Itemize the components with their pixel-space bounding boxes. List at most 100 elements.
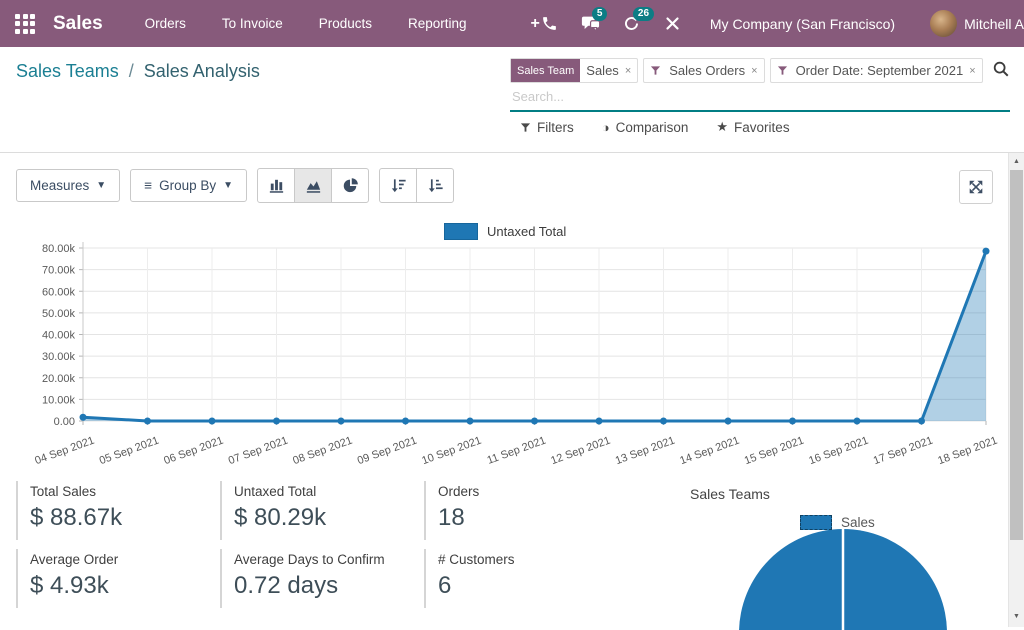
filters-label: Filters — [537, 120, 574, 135]
menu-plus-button[interactable]: + — [531, 15, 540, 33]
facet-sales-team: Sales Team Sales × — [510, 58, 638, 83]
company-switcher[interactable]: My Company (San Francisco) — [710, 16, 895, 32]
user-menu[interactable]: Mitchell Admin — [930, 10, 1024, 37]
svg-text:40.00k: 40.00k — [42, 330, 76, 342]
group-by-label: Group By — [159, 178, 216, 193]
breadcrumb-parent-link[interactable]: Sales Teams — [16, 61, 119, 81]
kpi-customers: # Customers 6 — [424, 549, 634, 608]
svg-text:60.00k: 60.00k — [42, 286, 76, 298]
sort-ascending-button[interactable] — [416, 168, 454, 203]
apps-menu-icon[interactable] — [15, 14, 35, 34]
facet-remove-icon[interactable]: × — [623, 65, 637, 77]
group-by-icon: ≡ — [144, 178, 152, 193]
comparison-icon: ◑ — [602, 120, 610, 135]
sort-descending-icon — [389, 176, 408, 195]
facet-order-date: Order Date: September 2021 × — [770, 58, 983, 83]
comparison-menu[interactable]: ◑ Comparison — [602, 119, 689, 135]
scroll-up-arrow[interactable]: ▲ — [1009, 154, 1024, 169]
measures-button[interactable]: Measures ▼ — [16, 169, 120, 202]
svg-text:15 Sep 2021: 15 Sep 2021 — [743, 435, 806, 465]
favorites-menu[interactable]: ★ Favorites — [716, 119, 789, 135]
kpi-untaxed-total: Untaxed Total $ 80.29k — [220, 481, 430, 540]
svg-text:10 Sep 2021: 10 Sep 2021 — [420, 435, 483, 465]
legend-color-swatch — [800, 515, 832, 530]
menu-reporting[interactable]: Reporting — [408, 16, 467, 31]
kpi-value: $ 4.93k — [30, 572, 226, 600]
measures-label: Measures — [30, 178, 89, 193]
funnel-icon — [777, 65, 788, 76]
facet-remove-icon[interactable]: × — [749, 65, 763, 77]
kpi-value: 18 — [438, 504, 634, 532]
kpi-label: Average Days to Confirm — [234, 552, 430, 567]
facet-sales-orders: Sales Orders × — [643, 58, 764, 83]
pie-chart-button[interactable] — [331, 168, 369, 203]
main-menu: Orders To Invoice Products Reporting + — [145, 15, 540, 33]
svg-text:14 Sep 2021: 14 Sep 2021 — [678, 435, 741, 465]
kpi-total-sales: Total Sales $ 88.67k — [16, 481, 226, 540]
sort-descending-button[interactable] — [379, 168, 417, 203]
top-nav-bar: Sales Orders To Invoice Products Reporti… — [0, 0, 1024, 47]
scrollbar-thumb[interactable] — [1010, 170, 1023, 540]
chart-legend-untaxed-total[interactable]: Untaxed Total — [444, 223, 566, 240]
sort-group — [379, 168, 454, 203]
svg-text:10.00k: 10.00k — [42, 394, 76, 406]
filters-menu[interactable]: Filters — [520, 119, 574, 135]
kpi-label: # Customers — [438, 552, 634, 567]
odoo-sales-analysis-window: Sales Orders To Invoice Products Reporti… — [0, 0, 1024, 630]
svg-text:13 Sep 2021: 13 Sep 2021 — [614, 435, 677, 465]
filter-menus: Filters ◑ Comparison ★ Favorites — [520, 119, 790, 135]
legend-label: Untaxed Total — [487, 224, 566, 239]
svg-text:0.00: 0.00 — [54, 416, 75, 428]
facet-remove-icon[interactable]: × — [967, 65, 981, 77]
menu-orders[interactable]: Orders — [145, 16, 186, 31]
menu-to-invoice[interactable]: To Invoice — [222, 16, 283, 31]
search-facets: Sales Team Sales × Sales Orders × Order … — [510, 58, 1010, 83]
svg-text:50.00k: 50.00k — [42, 308, 76, 320]
messages-badge: 5 — [592, 7, 608, 21]
bar-chart-icon — [267, 176, 286, 195]
search-input[interactable] — [510, 88, 994, 105]
chevron-down-icon: ▼ — [96, 180, 106, 191]
facet-value: Sales — [580, 63, 623, 78]
facet-value: Sales Orders — [663, 63, 749, 78]
scroll-down-arrow[interactable]: ▼ — [1009, 609, 1024, 624]
kpi-label: Total Sales — [30, 484, 226, 499]
svg-text:09 Sep 2021: 09 Sep 2021 — [356, 435, 419, 465]
breadcrumb-separator: / — [129, 61, 134, 81]
sales-teams-title: Sales Teams — [690, 486, 770, 502]
user-avatar — [930, 10, 957, 37]
breadcrumb-current: Sales Analysis — [144, 61, 260, 81]
phone-icon[interactable] — [540, 14, 560, 34]
search-input-underline — [510, 85, 1010, 112]
menu-products[interactable]: Products — [319, 16, 372, 31]
kpi-label: Untaxed Total — [234, 484, 430, 499]
svg-text:80.00k: 80.00k — [42, 243, 76, 255]
user-name: Mitchell Admin — [964, 16, 1024, 32]
line-chart-button[interactable] — [294, 168, 332, 203]
group-by-button[interactable]: ≡ Group By ▼ — [130, 169, 247, 202]
systray: 5 26 My Company (San Francisco) Mi — [540, 10, 1024, 37]
kpi-orders: Orders 18 — [424, 481, 634, 540]
activities-icon[interactable]: 26 — [622, 14, 642, 34]
kpi-average-order: Average Order $ 4.93k — [16, 549, 226, 608]
svg-text:06 Sep 2021: 06 Sep 2021 — [162, 435, 225, 465]
kpi-average-days-to-confirm: Average Days to Confirm 0.72 days — [220, 549, 430, 608]
pie-legend-sales[interactable]: Sales — [800, 515, 875, 530]
sort-ascending-icon — [426, 176, 445, 195]
svg-text:11 Sep 2021: 11 Sep 2021 — [486, 435, 548, 465]
tools-icon[interactable] — [663, 14, 683, 34]
svg-text:16 Sep 2021: 16 Sep 2021 — [807, 435, 870, 465]
sales-teams-panel: Sales Teams Sales — [690, 481, 1008, 630]
vertical-scrollbar: ▲ ▼ — [1008, 153, 1024, 627]
bar-chart-button[interactable] — [257, 168, 295, 203]
legend-color-swatch — [444, 223, 478, 240]
chart-type-group — [257, 168, 369, 203]
facet-value: Order Date: September 2021 — [790, 63, 968, 78]
messages-icon[interactable]: 5 — [581, 14, 601, 34]
svg-text:05 Sep 2021: 05 Sep 2021 — [98, 435, 161, 465]
app-name[interactable]: Sales — [53, 13, 103, 35]
chevron-down-icon: ▼ — [223, 180, 233, 191]
search-icon[interactable] — [992, 60, 1010, 78]
comparison-label: Comparison — [616, 120, 689, 135]
expand-fullscreen-button[interactable] — [959, 170, 993, 204]
